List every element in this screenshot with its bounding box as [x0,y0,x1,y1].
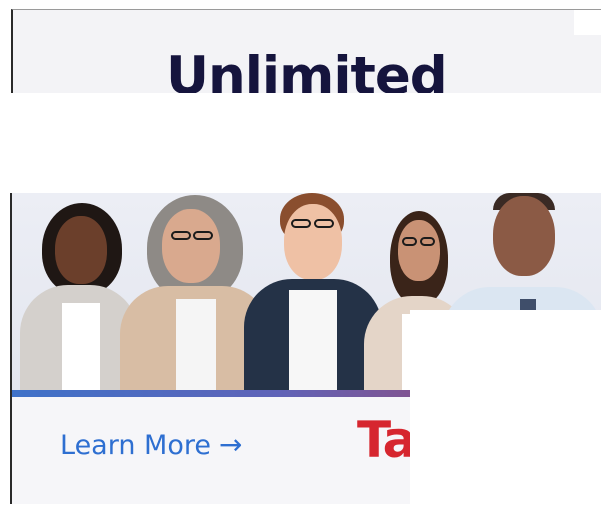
page-canvas: Unlimited Learn More → Ta [0,0,601,505]
person-three-face [284,204,342,280]
banner-corner-mask [574,10,601,35]
person-three-shirt [289,290,337,390]
person-two-left-lens [171,231,191,240]
top-ad-banner[interactable]: Unlimited [11,9,601,93]
learn-more-label: Learn More [60,429,211,461]
person-four-left-lens [402,237,417,246]
white-mask-overlay [410,310,601,505]
banner-headline: Unlimited [166,46,448,93]
person-five-face [493,196,555,276]
person-one-face [55,216,107,284]
person-three-right-lens [314,219,334,228]
person-one-shirt [62,303,100,390]
person-two-right-lens [193,231,213,240]
arrow-right-icon: → [218,428,243,461]
brand-logo-fragment: Ta [357,411,416,469]
person-three-left-lens [291,219,311,228]
person-two-shirt [176,299,216,390]
person-three [244,193,382,390]
person-four-face [398,220,440,281]
learn-more-link[interactable]: Learn More → [60,431,242,459]
person-two-face [162,209,220,283]
person-four-right-lens [420,237,435,246]
